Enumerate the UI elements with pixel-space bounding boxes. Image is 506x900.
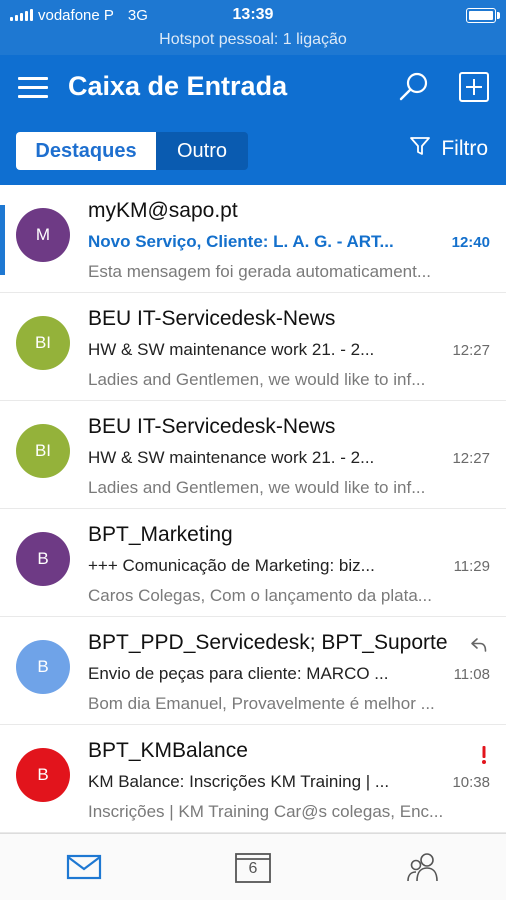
message-list: M myKM@sapo.pt Novo Serviço, Cliente: L.… xyxy=(0,185,506,833)
filter-label: Filtro xyxy=(441,137,488,160)
subject: HW & SW maintenance work 21. - 2... xyxy=(88,448,375,467)
received-time: 11:29 xyxy=(453,558,490,575)
network-type: 3G xyxy=(127,6,148,24)
calendar-day: 6 xyxy=(248,860,258,877)
bottom-tab-bar: 6 xyxy=(0,833,506,900)
hotspot-banner[interactable]: Hotspot pessoal: 1 ligação xyxy=(0,30,506,50)
received-time: 11:08 xyxy=(453,666,490,683)
carrier-name: vodafone P xyxy=(38,6,114,24)
inbox-tabs: Destaques Outro xyxy=(16,132,248,170)
app-header: Caixa de Entrada Destaques Outro Filtro xyxy=(0,55,506,185)
avatar: B xyxy=(16,748,70,802)
message-item[interactable]: B BPT_Marketing +++ Comunicação de Marke… xyxy=(0,509,506,617)
unread-indicator xyxy=(0,205,5,275)
avatar: BI xyxy=(16,424,70,478)
preview: Ladies and Gentlemen, we would like to i… xyxy=(88,478,426,497)
subject: +++ Comunicação de Marketing: biz... xyxy=(88,556,375,575)
preview: Caros Colegas, Com o lançamento da plata… xyxy=(88,586,432,605)
filter-button[interactable]: Filtro xyxy=(409,135,488,163)
mail-icon[interactable] xyxy=(64,848,104,886)
avatar: M xyxy=(16,208,70,262)
status-bar: vodafone P 3G 13:39 Hotspot pessoal: 1 l… xyxy=(0,0,506,55)
menu-icon[interactable] xyxy=(18,77,48,99)
signal-icon xyxy=(10,9,33,21)
sender-name: BPT_Marketing xyxy=(88,523,233,546)
received-time: 10:38 xyxy=(452,774,490,791)
people-icon[interactable] xyxy=(403,848,443,886)
sender-name: BPT_PPD_Servicedesk; BPT_Suporte xyxy=(88,631,448,654)
subject: KM Balance: Inscrições KM Training | ... xyxy=(88,772,390,791)
calendar-icon[interactable]: 6 xyxy=(233,848,273,886)
received-time: 12:27 xyxy=(452,450,490,467)
preview: Ladies and Gentlemen, we would like to i… xyxy=(88,370,426,389)
preview: Esta mensagem foi gerada automaticament.… xyxy=(88,262,432,281)
tab-other[interactable]: Outro xyxy=(156,132,248,170)
page-title: Caixa de Entrada xyxy=(68,71,288,101)
received-time: 12:40 xyxy=(451,234,490,251)
avatar: B xyxy=(16,532,70,586)
subject: Envio de peças para cliente: MARCO ... xyxy=(88,664,389,683)
sender-name: myKM@sapo.pt xyxy=(88,199,238,222)
sender-name: BEU IT-Servicedesk-News xyxy=(88,307,336,330)
message-item[interactable]: B BPT_PPD_Servicedesk; BPT_Suporte Envio… xyxy=(0,617,506,725)
battery-icon xyxy=(466,8,500,23)
compose-icon[interactable] xyxy=(458,71,490,103)
avatar: B xyxy=(16,640,70,694)
sender-name: BPT_KMBalance xyxy=(88,739,248,762)
avatar: BI xyxy=(16,316,70,370)
message-item[interactable]: B BPT_KMBalance KM Balance: Inscrições K… xyxy=(0,725,506,833)
subject: HW & SW maintenance work 21. - 2... xyxy=(88,340,375,359)
message-item[interactable]: BI BEU IT-Servicedesk-News HW & SW maint… xyxy=(0,401,506,509)
preview: Inscrições | KM Training Car@s colegas, … xyxy=(88,802,444,821)
received-time: 12:27 xyxy=(452,342,490,359)
search-icon[interactable] xyxy=(398,71,430,103)
tab-focused[interactable]: Destaques xyxy=(16,132,156,170)
filter-icon xyxy=(409,135,431,163)
replied-icon xyxy=(470,637,488,658)
preview: Bom dia Emanuel, Provavelmente é melhor … xyxy=(88,694,435,713)
message-item[interactable]: M myKM@sapo.pt Novo Serviço, Cliente: L.… xyxy=(0,185,506,293)
sender-name: BEU IT-Servicedesk-News xyxy=(88,415,336,438)
important-icon xyxy=(480,745,488,770)
subject: Novo Serviço, Cliente: L. A. G. - ART... xyxy=(88,232,394,251)
message-item[interactable]: BI BEU IT-Servicedesk-News HW & SW maint… xyxy=(0,293,506,401)
